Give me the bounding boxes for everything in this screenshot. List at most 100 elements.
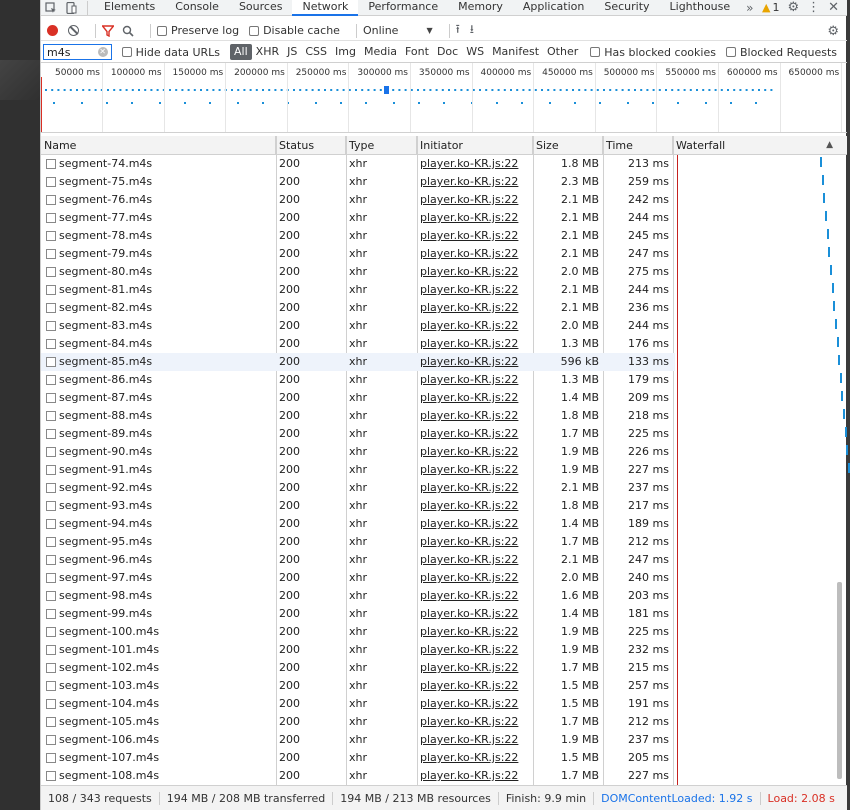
filter-type-font[interactable]: Font [401,44,433,60]
request-initiator[interactable]: player.ko-KR.js:22 [420,659,530,677]
table-row[interactable]: segment-94.m4s 200 xhr player.ko-KR.js:22 1.… [41,515,675,533]
filter-type-other[interactable]: Other [543,44,582,60]
request-initiator[interactable]: player.ko-KR.js:22 [420,371,530,389]
row-checkbox[interactable] [46,195,56,205]
more-tabs-icon[interactable]: » [740,1,759,15]
preserve-log-checkbox[interactable]: Preserve log [157,24,239,37]
request-initiator[interactable]: player.ko-KR.js:22 [420,191,530,209]
request-initiator[interactable]: player.ko-KR.js:22 [420,569,530,587]
table-row[interactable]: segment-92.m4s 200 xhr player.ko-KR.js:22 2.… [41,479,675,497]
table-row[interactable]: segment-74.m4s 200 xhr player.ko-KR.js:22 1.… [41,155,675,173]
table-row[interactable]: segment-107.m4s 200 xhr player.ko-KR.js:22 1… [41,749,675,767]
row-checkbox[interactable] [46,735,56,745]
request-initiator[interactable]: player.ko-KR.js:22 [420,533,530,551]
row-checkbox[interactable] [46,537,56,547]
hide-data-urls-checkbox[interactable]: Hide data URLs [121,46,220,59]
row-checkbox[interactable] [46,339,56,349]
request-initiator[interactable]: player.ko-KR.js:22 [420,335,530,353]
request-initiator[interactable]: player.ko-KR.js:22 [420,605,530,623]
filter-type-manifest[interactable]: Manifest [488,44,543,60]
tab-security[interactable]: Security [594,0,659,16]
request-initiator[interactable]: player.ko-KR.js:22 [420,551,530,569]
table-row[interactable]: segment-82.m4s 200 xhr player.ko-KR.js:22 2.… [41,299,675,317]
filter-type-img[interactable]: Img [331,44,360,60]
row-checkbox[interactable] [46,483,56,493]
filter-type-media[interactable]: Media [360,44,401,60]
tab-elements[interactable]: Elements [94,0,165,16]
filter-input[interactable]: m4s ✕ [43,44,112,60]
network-settings-gear-icon[interactable]: ⚙ [827,21,839,41]
table-row[interactable]: segment-93.m4s 200 xhr player.ko-KR.js:22 1.… [41,497,675,515]
filter-type-xhr[interactable]: XHR [252,44,283,60]
row-checkbox[interactable] [46,699,56,709]
request-initiator[interactable]: player.ko-KR.js:22 [420,731,530,749]
request-initiator[interactable]: player.ko-KR.js:22 [420,461,530,479]
disable-cache-checkbox[interactable]: Disable cache [249,24,340,37]
device-toolbar-icon[interactable] [61,0,81,16]
request-initiator[interactable]: player.ko-KR.js:22 [420,713,530,731]
filter-funnel-icon[interactable] [102,24,114,37]
table-row[interactable]: segment-102.m4s 200 xhr player.ko-KR.js:22 1… [41,659,675,677]
filter-type-all[interactable]: All [230,44,252,60]
clear-log-icon[interactable] [68,25,79,36]
request-initiator[interactable]: player.ko-KR.js:22 [420,245,530,263]
row-checkbox[interactable] [46,465,56,475]
row-checkbox[interactable] [46,321,56,331]
column-header-waterfall[interactable]: Waterfall [673,136,847,155]
request-initiator[interactable]: player.ko-KR.js:22 [420,299,530,317]
table-row[interactable]: segment-105.m4s 200 xhr player.ko-KR.js:22 1… [41,713,675,731]
row-checkbox[interactable] [46,249,56,259]
has-blocked-cookies-checkbox[interactable]: Has blocked cookies [590,46,716,59]
table-row[interactable]: segment-98.m4s 200 xhr player.ko-KR.js:22 1.… [41,587,675,605]
request-initiator[interactable]: player.ko-KR.js:22 [420,749,530,767]
row-checkbox[interactable] [46,231,56,241]
table-row[interactable]: segment-95.m4s 200 xhr player.ko-KR.js:22 1.… [41,533,675,551]
table-row[interactable]: segment-87.m4s 200 xhr player.ko-KR.js:22 1.… [41,389,675,407]
table-row[interactable]: segment-84.m4s 200 xhr player.ko-KR.js:22 1.… [41,335,675,353]
export-har-icon[interactable]: ⭳ [470,20,474,41]
checkbox-box[interactable] [249,25,260,36]
table-row[interactable]: segment-81.m4s 200 xhr player.ko-KR.js:22 2.… [41,281,675,299]
clear-filter-icon[interactable]: ✕ [97,47,108,57]
request-initiator[interactable]: player.ko-KR.js:22 [420,767,530,785]
table-row[interactable]: segment-100.m4s 200 xhr player.ko-KR.js:22 1… [41,623,675,641]
request-initiator[interactable]: player.ko-KR.js:22 [420,263,530,281]
scrollbar-thumb[interactable] [837,582,842,779]
column-header-initiator[interactable]: Initiator [417,136,533,155]
row-checkbox[interactable] [46,447,56,457]
row-checkbox[interactable] [46,663,56,673]
row-checkbox[interactable] [46,573,56,583]
request-initiator[interactable]: player.ko-KR.js:22 [420,515,530,533]
row-checkbox[interactable] [46,177,56,187]
tab-performance[interactable]: Performance [358,0,448,16]
table-row[interactable]: segment-85.m4s 200 xhr player.ko-KR.js:22 59… [41,353,675,371]
request-initiator[interactable]: player.ko-KR.js:22 [420,425,530,443]
row-checkbox[interactable] [46,501,56,511]
row-checkbox[interactable] [46,375,56,385]
throttling-select[interactable]: Online ▼ [363,24,433,37]
row-checkbox[interactable] [46,771,56,781]
table-row[interactable]: segment-91.m4s 200 xhr player.ko-KR.js:22 1.… [41,461,675,479]
row-checkbox[interactable] [46,213,56,223]
request-initiator[interactable]: player.ko-KR.js:22 [420,677,530,695]
row-checkbox[interactable] [46,753,56,763]
close-icon[interactable]: ✕ [828,0,839,15]
column-header-type[interactable]: Type [346,136,417,155]
table-row[interactable]: segment-75.m4s 200 xhr player.ko-KR.js:22 2.… [41,173,675,191]
column-header-size[interactable]: Size [533,136,603,155]
tab-sources[interactable]: Sources [229,0,293,16]
table-row[interactable]: segment-80.m4s 200 xhr player.ko-KR.js:22 2.… [41,263,675,281]
row-checkbox[interactable] [46,555,56,565]
request-initiator[interactable]: player.ko-KR.js:22 [420,173,530,191]
tab-application[interactable]: Application [513,0,594,16]
table-row[interactable]: segment-88.m4s 200 xhr player.ko-KR.js:22 1.… [41,407,675,425]
table-row[interactable]: segment-108.m4s 200 xhr player.ko-KR.js:22 1… [41,767,675,785]
more-options-icon[interactable]: ⋮ [807,0,820,15]
row-checkbox[interactable] [46,519,56,529]
settings-gear-icon[interactable]: ⚙ [787,0,799,15]
warnings-counter[interactable]: ▲ 1 [762,1,779,14]
request-initiator[interactable]: player.ko-KR.js:22 [420,695,530,713]
request-initiator[interactable]: player.ko-KR.js:22 [420,623,530,641]
table-row[interactable]: segment-97.m4s 200 xhr player.ko-KR.js:22 2.… [41,569,675,587]
row-checkbox[interactable] [46,285,56,295]
